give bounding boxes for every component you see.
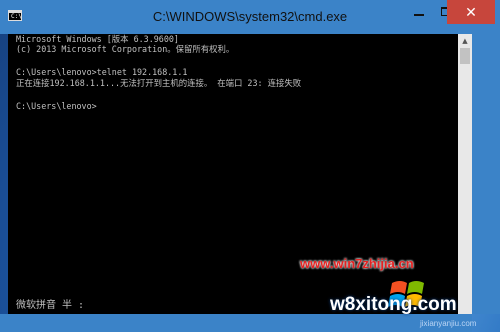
ime-status-text: 微软拼音 半 : <box>16 300 85 311</box>
close-button[interactable]: ✕ <box>447 0 495 24</box>
console-line: (c) 2013 Microsoft Corporation。保留所有权利。 <box>16 44 235 54</box>
watermark-small: jixianyanjiu.com <box>420 319 477 328</box>
console-line: C:\Users\lenovo>telnet 192.168.1.1 <box>16 67 188 77</box>
console-line: 正在连接192.168.1.1...无法打开到主机的连接。 在端口 23: 连接… <box>16 78 302 88</box>
minimize-button[interactable] <box>404 0 434 24</box>
title-bar[interactable]: C:\ C:\WINDOWS\system32\cmd.exe ✕ <box>0 0 500 34</box>
scroll-up-arrow-icon[interactable]: ▲ <box>458 34 472 48</box>
vertical-scrollbar[interactable]: ▲ <box>458 34 472 314</box>
console-prompt: C:\Users\lenovo> <box>16 101 97 111</box>
window-frame-right <box>472 34 500 314</box>
watermark-w8xitong: w8xitong.com <box>330 294 457 315</box>
window-frame-bottom <box>0 314 472 332</box>
scrollbar-thumb[interactable] <box>460 48 470 64</box>
console-line: Microsoft Windows [版本 6.3.9600] <box>16 34 179 44</box>
console-output[interactable]: Microsoft Windows [版本 6.3.9600] (c) 2013… <box>8 34 458 314</box>
watermark-win7zhijia: www.win7zhijia.cn <box>300 256 414 271</box>
